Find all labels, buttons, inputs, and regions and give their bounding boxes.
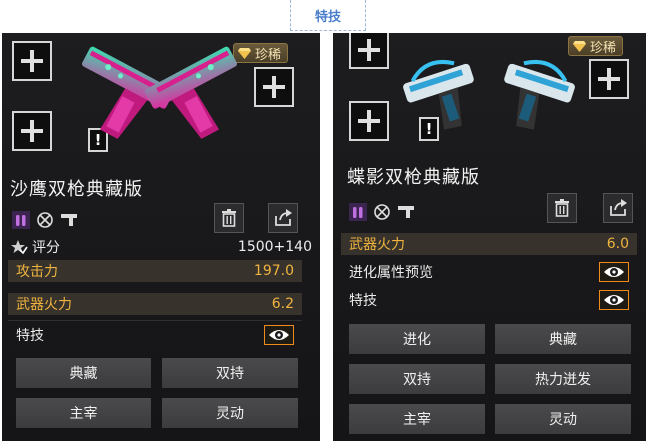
tag-label: 典藏: [549, 332, 577, 348]
skill-row: 特技: [341, 289, 637, 311]
score-row: 评分 1500+140: [2, 236, 320, 258]
score-label: 评分: [32, 240, 60, 256]
plus-icon: [21, 120, 43, 142]
dual-bullet-icon: [12, 211, 30, 229]
attribute-icons: [12, 211, 78, 229]
share-button[interactable]: [268, 203, 298, 233]
trash-icon: [555, 199, 569, 217]
stat-row-firepower: 武器火力 6.2: [8, 293, 302, 315]
plus-icon: [358, 39, 380, 61]
plus-icon: [598, 68, 620, 90]
share-icon: [610, 199, 627, 216]
plus-icon: [21, 50, 43, 72]
stat-value: 6.0: [606, 236, 629, 252]
no-crosshair-icon: [36, 211, 54, 229]
eye-icon: [604, 267, 624, 277]
tag-label: 主宰: [403, 412, 431, 428]
tag-button[interactable]: 灵动: [495, 404, 631, 434]
attachment-slot-1[interactable]: [12, 41, 52, 81]
tag-label: 主宰: [69, 406, 98, 422]
weapon-title: 沙鹰双枪典藏版: [10, 179, 143, 200]
tag-button[interactable]: 典藏: [495, 324, 631, 354]
weapon-title: 蝶影双枪典藏版: [347, 167, 480, 188]
tab-skill[interactable]: 特技: [290, 0, 366, 31]
trash-icon: [222, 209, 236, 227]
weapon-image-butterfly-dual: [403, 59, 575, 130]
rarity-label: 珍稀: [255, 47, 282, 63]
tag-button[interactable]: 双持: [162, 358, 298, 388]
attachment-slot-1[interactable]: [349, 33, 389, 69]
delete-button[interactable]: [547, 193, 577, 223]
rarity-label: 珍稀: [590, 40, 617, 56]
tag-button[interactable]: 灵动: [162, 398, 298, 428]
weapon-card-right: ! 珍稀 蝶影双枪典藏版 武器火力 6.0 进化属性预览 特技 进化 典藏 双持…: [333, 33, 646, 441]
tag-button[interactable]: 主宰: [16, 398, 151, 428]
skill-view-button[interactable]: [264, 325, 294, 345]
attribute-icons: [349, 203, 415, 221]
tag-label: 热力迸发: [535, 372, 591, 388]
tag-label: 双持: [403, 372, 431, 388]
tag-button[interactable]: 主宰: [349, 404, 485, 434]
tag-button[interactable]: 双持: [349, 364, 485, 394]
score-value: 1500+140: [237, 239, 312, 255]
attachment-slot-3[interactable]: [254, 67, 294, 107]
share-icon: [275, 209, 292, 226]
tag-label: 典藏: [69, 366, 98, 382]
delete-button[interactable]: [214, 203, 244, 233]
tag-label: 进化: [403, 332, 431, 348]
skill-label: 特技: [16, 328, 44, 344]
evolve-preview-label: 进化属性预览: [349, 265, 433, 281]
weapon-image-desert-eagle-dual: [82, 46, 237, 139]
eye-icon: [604, 295, 624, 305]
plus-icon: [358, 110, 380, 132]
evolve-preview-view-button[interactable]: [599, 262, 629, 282]
dual-bullet-icon: [349, 203, 367, 221]
stat-label: 攻击力: [16, 264, 58, 280]
stat-row-attack: 攻击力 197.0: [8, 260, 302, 282]
tag-label: 灵动: [549, 412, 577, 428]
attachment-slot-3[interactable]: [589, 59, 629, 99]
skill-view-button[interactable]: [599, 290, 629, 310]
plus-icon: [263, 76, 285, 98]
stat-label: 武器火力: [349, 237, 405, 253]
score-label-wrap: 评分: [10, 237, 60, 257]
stat-label: 武器火力: [16, 297, 72, 313]
skill-row: 特技: [8, 324, 302, 346]
weapon-card-left: ! 珍稀 沙鹰双枪典藏版 评分 1500+140 攻击力 197.0 武器火力 …: [2, 33, 320, 441]
no-crosshair-icon: [373, 203, 391, 221]
stat-value: 6.2: [271, 296, 294, 312]
skill-label: 特技: [349, 293, 377, 309]
tag-label: 双持: [216, 366, 244, 382]
attachment-slot-2[interactable]: [349, 101, 389, 141]
tab-skill-label: 特技: [314, 9, 341, 25]
stat-row-firepower: 武器火力 6.0: [341, 233, 637, 255]
divider: [8, 320, 302, 321]
star-check-icon: [11, 240, 28, 255]
tag-button[interactable]: 热力迸发: [495, 364, 631, 394]
share-button[interactable]: [603, 193, 633, 223]
pistol-icon: [60, 211, 78, 229]
pistol-icon: [397, 203, 415, 221]
tag-label: 灵动: [216, 406, 244, 422]
attachment-slot-2[interactable]: [12, 111, 52, 151]
evolve-preview-row: 进化属性预览: [341, 261, 637, 283]
stat-value: 197.0: [253, 263, 294, 279]
tag-button[interactable]: 典藏: [16, 358, 151, 388]
tag-button[interactable]: 进化: [349, 324, 485, 354]
eye-icon: [269, 330, 289, 340]
